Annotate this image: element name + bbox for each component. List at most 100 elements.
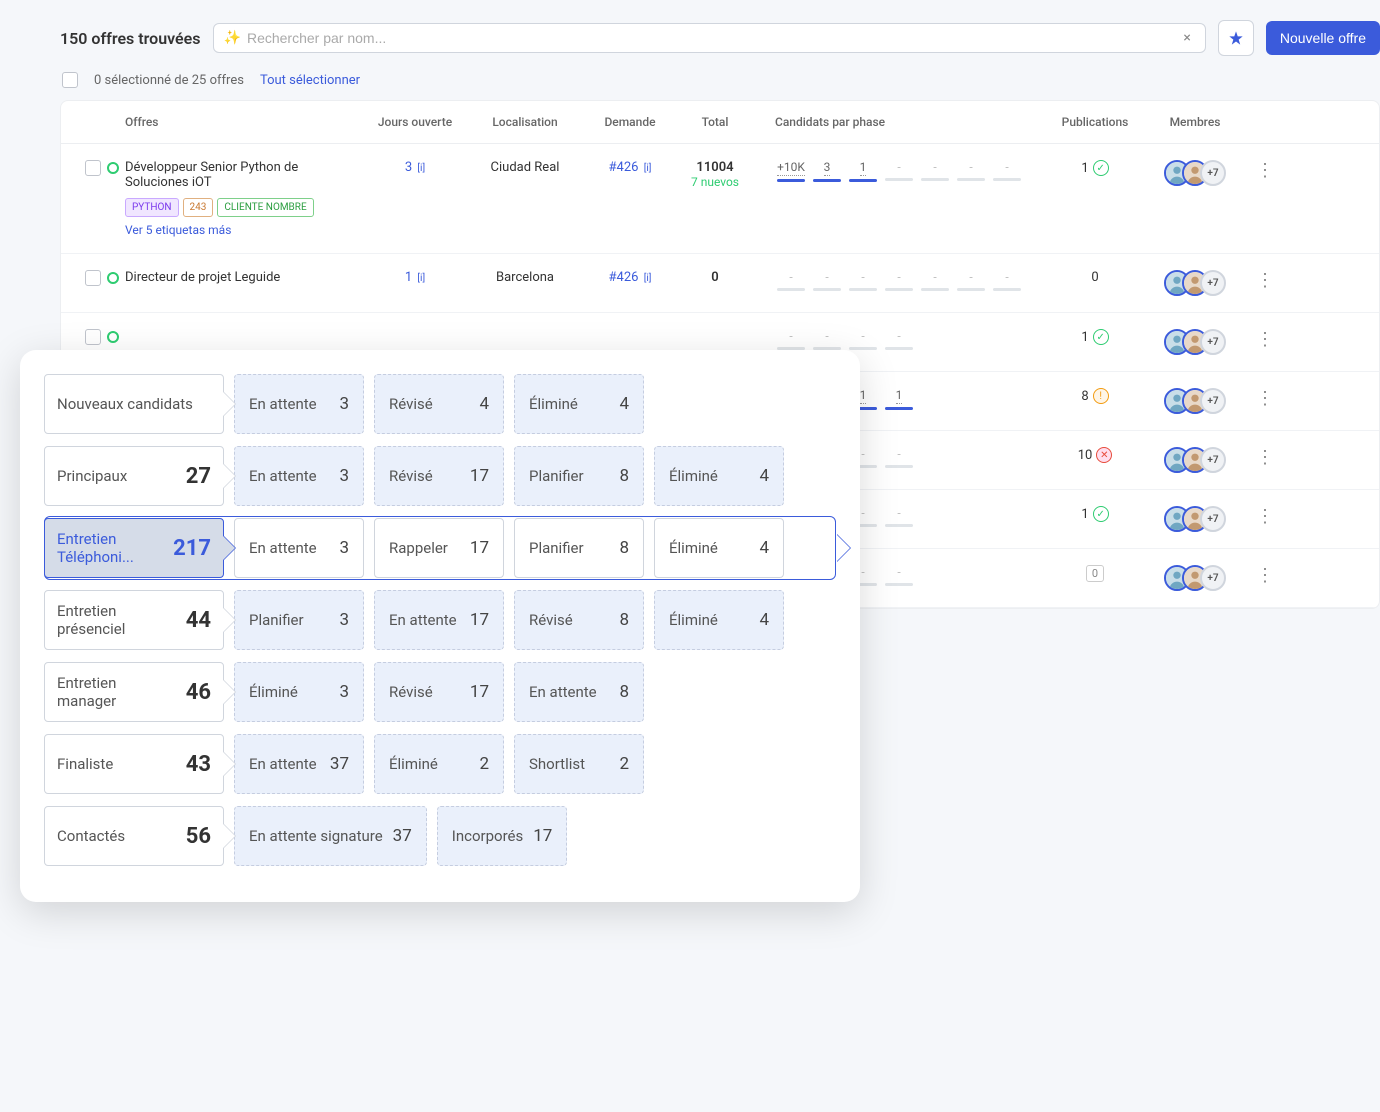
star-icon (1228, 30, 1244, 46)
stage-substep[interactable]: Planifier 3 (234, 590, 364, 650)
stage-header[interactable]: Contactés 56 (44, 806, 224, 866)
row-menu-icon[interactable]: ⋮ (1256, 388, 1274, 409)
info-icon[interactable]: [i] (644, 273, 652, 284)
clear-icon[interactable]: × (1179, 30, 1194, 46)
stage-substep[interactable]: Incorporés 17 (437, 806, 568, 866)
info-icon[interactable]: [i] (644, 163, 652, 174)
stage-substep[interactable]: Révisé 8 (514, 590, 644, 650)
stage-substep[interactable]: En attente 3 (234, 518, 364, 578)
stage-substep[interactable]: Éliminé 4 (654, 590, 784, 650)
stage-substep[interactable]: En attente 17 (374, 590, 504, 650)
more-members[interactable]: +7 (1200, 270, 1226, 296)
substep-label: Éliminé (669, 467, 718, 485)
pipeline-stage-row: Principaux 27 En attente 3 Révisé 17 Pla… (44, 446, 836, 506)
stage-substep[interactable]: Éliminé 4 (654, 446, 784, 506)
offers-count: 150 offres trouvées (60, 29, 201, 48)
tag[interactable]: PYTHON (125, 198, 179, 217)
favorite-button[interactable] (1218, 20, 1254, 56)
check-icon: ✓ (1093, 506, 1109, 522)
stage-substep[interactable]: Rappeler 17 (374, 518, 504, 578)
more-members[interactable]: +7 (1200, 506, 1226, 532)
stage-substep[interactable]: Planifier 8 (514, 518, 644, 578)
stage-substep[interactable]: Révisé 4 (374, 374, 504, 434)
stage-count: 27 (186, 464, 211, 489)
phase-bar (885, 583, 913, 586)
row-menu-icon[interactable]: ⋮ (1256, 270, 1274, 291)
more-tags-link[interactable]: Ver 5 etiquetas más (125, 223, 365, 237)
stage-header[interactable]: Entretien manager 46 (44, 662, 224, 722)
stage-header[interactable]: Nouveaux candidats (44, 374, 224, 434)
select-all-link[interactable]: Tout sélectionner (260, 73, 360, 88)
row-menu-icon[interactable]: ⋮ (1256, 160, 1274, 181)
more-members[interactable]: +7 (1200, 565, 1226, 591)
stage-substep[interactable]: Éliminé 4 (514, 374, 644, 434)
substep-count: 3 (339, 538, 349, 558)
phase-bar (885, 524, 913, 527)
request-link[interactable]: #426 (609, 270, 639, 285)
stage-header[interactable]: Principaux 27 (44, 446, 224, 506)
stage-substep[interactable]: En attente 3 (234, 446, 364, 506)
row-menu-icon[interactable]: ⋮ (1256, 506, 1274, 527)
phase-count: +10K (777, 160, 805, 176)
members-avatars[interactable]: +7 (1145, 447, 1245, 473)
stage-substep[interactable]: Éliminé 3 (234, 662, 364, 722)
substep-label: En attente (249, 539, 317, 557)
members-avatars[interactable]: +7 (1145, 565, 1245, 591)
phase-bars: ------- (775, 270, 1045, 291)
tag[interactable]: 243 (183, 198, 214, 217)
more-members[interactable]: +7 (1200, 447, 1226, 473)
stage-substep[interactable]: En attente 3 (234, 374, 364, 434)
stage-header[interactable]: Entretien Téléphoni... 217 (44, 518, 224, 578)
more-members[interactable]: +7 (1200, 160, 1226, 186)
row-menu-icon[interactable]: ⋮ (1256, 329, 1274, 350)
phase-count: - (825, 270, 828, 285)
row-checkbox[interactable] (85, 160, 101, 176)
stage-substep[interactable]: En attente 8 (514, 662, 644, 722)
substep-count: 17 (470, 538, 489, 558)
tag[interactable]: CLIENTE NOMBRE (217, 198, 313, 217)
row-menu-icon[interactable]: ⋮ (1256, 447, 1274, 468)
select-all-checkbox[interactable] (62, 72, 78, 88)
offer-name[interactable]: Directeur de projet Leguide (125, 270, 365, 285)
stage-substep[interactable]: En attente signature 37 (234, 806, 427, 866)
more-members[interactable]: +7 (1200, 388, 1226, 414)
check-icon: ✓ (1093, 160, 1109, 176)
warning-icon: ! (1093, 388, 1109, 404)
more-members[interactable]: +7 (1200, 329, 1226, 355)
offer-name[interactable]: Développeur Senior Python de Soluciones … (125, 160, 365, 190)
phase-bar (993, 288, 1021, 291)
info-icon[interactable]: [i] (417, 273, 425, 284)
publications-count: 1 (1081, 330, 1088, 345)
info-icon[interactable]: [i] (417, 163, 425, 174)
stage-header[interactable]: Entretien présenciel 44 (44, 590, 224, 650)
stage-substep[interactable]: En attente 37 (234, 734, 364, 794)
th-total: Total (675, 115, 755, 129)
stage-header[interactable]: Finaliste 43 (44, 734, 224, 794)
phase-count: - (969, 160, 972, 175)
phase-count: - (897, 565, 900, 580)
th-request: Demande (585, 115, 675, 129)
stage-substep[interactable]: Planifier 8 (514, 446, 644, 506)
row-menu-icon[interactable]: ⋮ (1256, 565, 1274, 586)
pipeline-stage-row: Nouveaux candidats En attente 3 Révisé 4… (44, 374, 836, 434)
members-avatars[interactable]: +7 (1145, 388, 1245, 414)
members-avatars[interactable]: +7 (1145, 329, 1245, 355)
row-checkbox[interactable] (85, 329, 101, 345)
stage-substep[interactable]: Éliminé 4 (654, 518, 784, 578)
request-link[interactable]: #426 (609, 160, 639, 175)
stage-substep[interactable]: Révisé 17 (374, 662, 504, 722)
members-avatars[interactable]: +7 (1145, 160, 1245, 186)
search-input[interactable] (247, 30, 1179, 46)
stage-substep[interactable]: Éliminé 2 (374, 734, 504, 794)
search-box[interactable]: ✨ × (213, 23, 1206, 53)
members-avatars[interactable]: +7 (1145, 506, 1245, 532)
phase-count: - (861, 447, 864, 462)
stage-substep[interactable]: Révisé 17 (374, 446, 504, 506)
stage-substep[interactable]: Shortlist 2 (514, 734, 644, 794)
error-icon: ✕ (1096, 447, 1112, 463)
row-checkbox[interactable] (85, 270, 101, 286)
new-offer-button[interactable]: Nouvelle offre (1266, 21, 1380, 55)
days-open: 3 (405, 160, 412, 175)
substep-count: 17 (470, 682, 489, 702)
members-avatars[interactable]: +7 (1145, 270, 1245, 296)
